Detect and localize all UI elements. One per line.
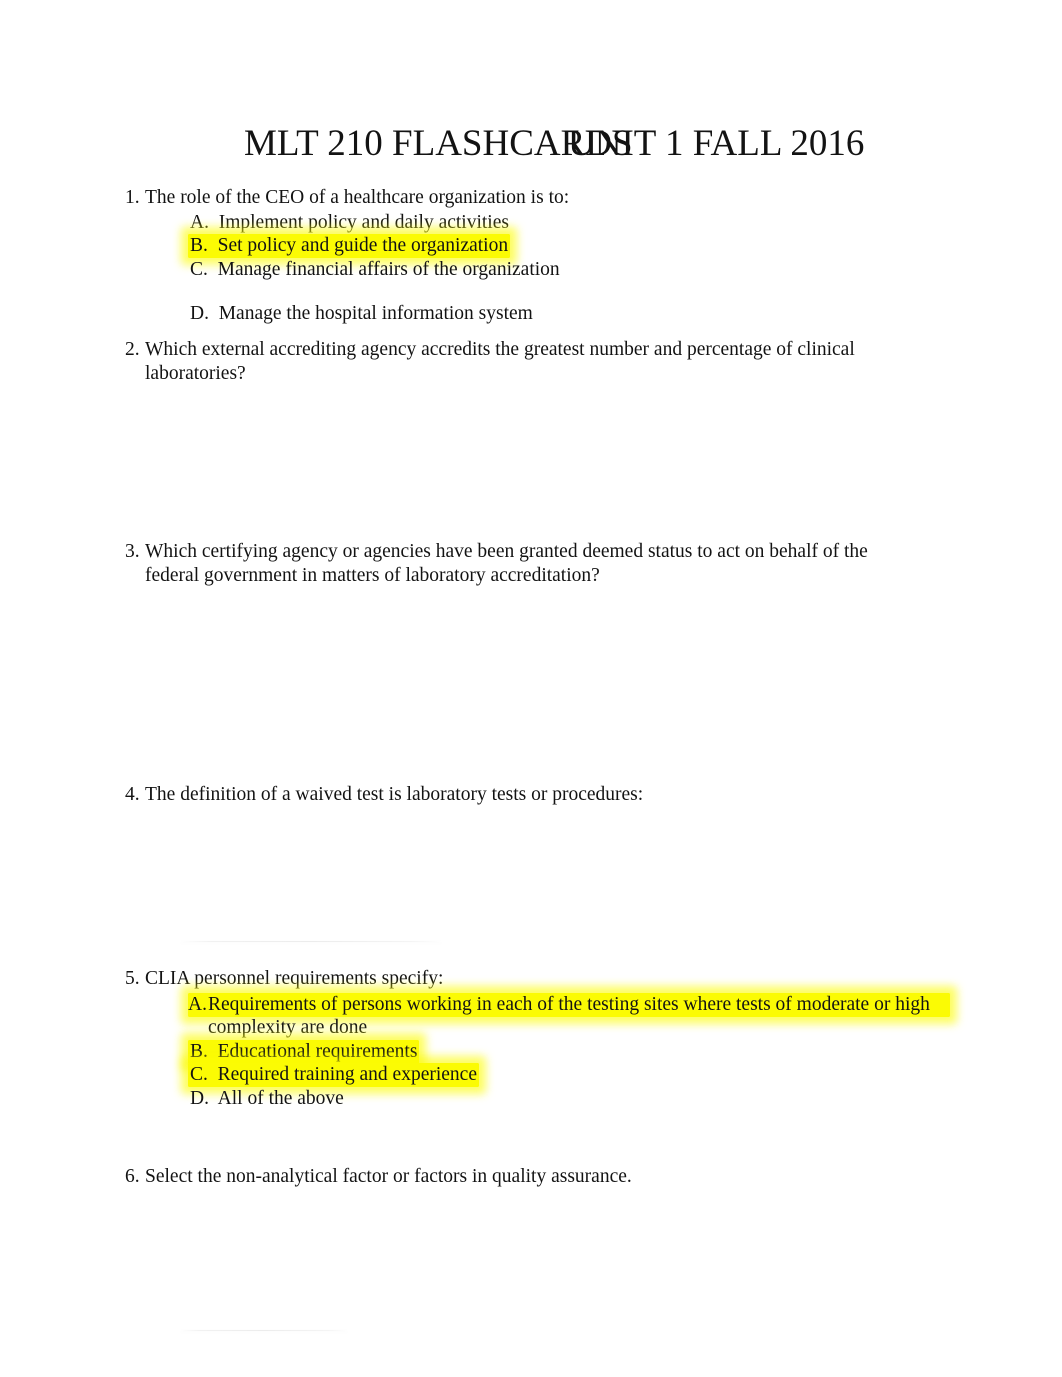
question-text-6: Select the non-analytical factor or fact…	[145, 1166, 632, 1187]
question-block-2: 2. Which external accrediting agency acc…	[125, 338, 865, 385]
question-number-1: 1.	[125, 187, 140, 208]
question-number-2: 2.	[125, 339, 140, 360]
page-title-line-2: UNIT 1 FALL 2016	[568, 123, 865, 164]
option-1-c[interactable]: C. Manage financial affairs of the organ…	[188, 258, 825, 282]
question-number-6: 6.	[125, 1166, 140, 1187]
question-number-4: 4.	[125, 784, 140, 805]
option-text: Educational requirements	[217, 1040, 418, 1062]
option-text: Manage the hospital information system	[218, 303, 533, 324]
option-text: Manage financial affairs of the organiza…	[217, 258, 560, 280]
option-letter: D.	[190, 303, 214, 324]
option-letter: C.	[190, 1064, 213, 1085]
option-text: Required training and experience	[217, 1064, 477, 1085]
option-spacer	[188, 281, 825, 302]
question-text-3: Which certifying agency or agencies have…	[145, 541, 868, 586]
option-5-a[interactable]: A. Requirements of persons working in ea…	[188, 992, 985, 1040]
question-stem-6: 6. Select the non-analytical factor or f…	[125, 1165, 825, 1189]
question-block-4: 4. The definition of a waived test is la…	[125, 783, 825, 807]
option-5-c[interactable]: C. Required training and experience	[188, 1063, 985, 1087]
option-letter: A.	[188, 993, 207, 1015]
option-text: Set policy and guide the organization	[217, 235, 509, 256]
option-letter: A.	[190, 211, 214, 233]
option-list-1: A. Implement policy and daily activities…	[188, 211, 825, 326]
section-divider-bottom	[180, 1330, 348, 1331]
question-text-1: The role of the CEO of a healthcare orga…	[145, 187, 570, 208]
option-text: Requirements of persons working in each …	[208, 993, 930, 1039]
option-letter: D.	[190, 1087, 214, 1109]
question-stem-3: 3. Which certifying agency or agencies h…	[125, 540, 925, 587]
option-5-b[interactable]: B. Educational requirements	[188, 1039, 985, 1064]
question-block-5: 5. CLIA personnel requirements specify: …	[125, 967, 985, 1110]
option-letter: B.	[190, 235, 213, 256]
question-block-3: 3. Which certifying agency or agencies h…	[125, 540, 925, 587]
option-1-d[interactable]: D. Manage the hospital information syste…	[188, 302, 825, 326]
question-stem-2: 2. Which external accrediting agency acc…	[125, 338, 865, 385]
section-divider-top	[180, 941, 442, 942]
option-letter: C.	[190, 258, 213, 280]
question-number-3: 3.	[125, 541, 140, 562]
option-1-a[interactable]: A. Implement policy and daily activities	[188, 211, 825, 235]
question-text-5: CLIA personnel requirements specify:	[145, 968, 444, 989]
question-stem-1: 1. The role of the CEO of a healthcare o…	[125, 186, 825, 210]
question-text-4: The definition of a waived test is labor…	[145, 784, 644, 805]
question-stem-5: 5. CLIA personnel requirements specify:	[125, 967, 985, 991]
option-1-b[interactable]: B. Set policy and guide the organization	[188, 234, 825, 258]
question-text-2: Which external accrediting agency accred…	[145, 339, 855, 384]
option-text: All of the above	[217, 1087, 344, 1109]
option-letter: B.	[190, 1040, 213, 1062]
document-page: MLT 210 FLASHCARDS UNIT 1 FALL 2016 1. T…	[0, 0, 1062, 1377]
question-stem-4: 4. The definition of a waived test is la…	[125, 783, 825, 807]
page-title: MLT 210 FLASHCARDS UNIT 1 FALL 2016	[0, 122, 1062, 170]
question-number-5: 5.	[125, 968, 140, 989]
option-5-d[interactable]: D. All of the above	[188, 1087, 985, 1111]
question-block-1: 1. The role of the CEO of a healthcare o…	[125, 186, 825, 326]
question-block-6: 6. Select the non-analytical factor or f…	[125, 1165, 825, 1189]
option-list-5: A. Requirements of persons working in ea…	[188, 992, 985, 1111]
option-text: Implement policy and daily activities	[218, 211, 509, 233]
